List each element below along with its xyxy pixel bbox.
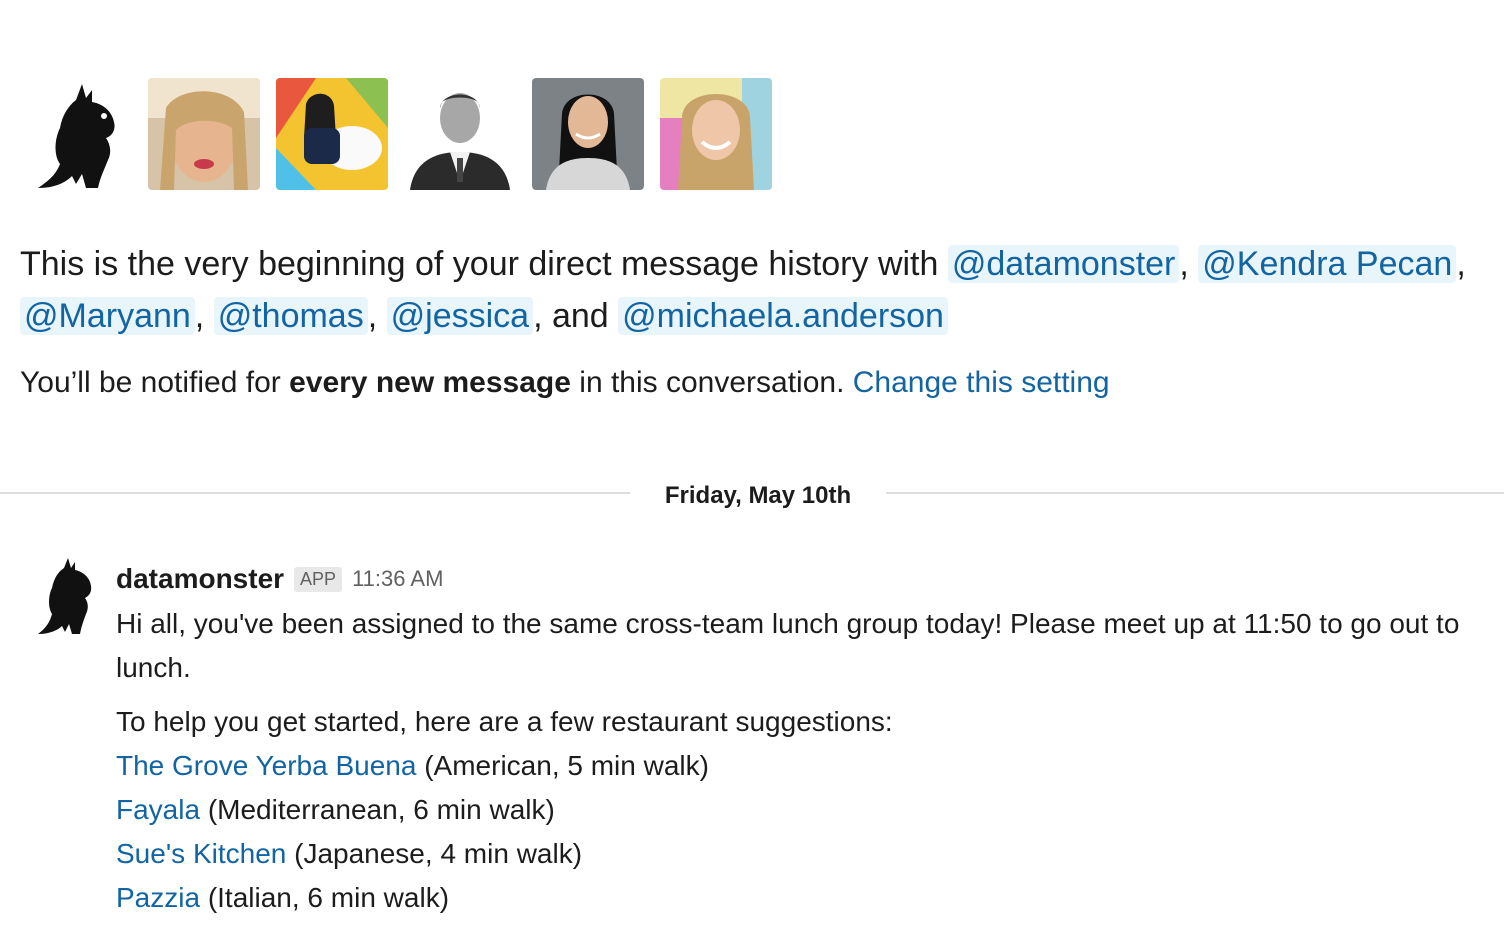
mention-kendra[interactable]: @Kendra Pecan	[1198, 245, 1457, 283]
mention-michaela[interactable]: @michaela.anderson	[618, 297, 948, 335]
message-paragraph-2: To help you get started, here are a few …	[116, 706, 893, 737]
avatar-jessica[interactable]	[532, 78, 644, 190]
intro-text: This is the very beginning of your direc…	[20, 245, 948, 283]
member-avatars	[20, 78, 772, 190]
restaurant-link[interactable]: The Grove Yerba Buena	[116, 750, 416, 781]
message-header: datamonster APP 11:36 AM	[116, 556, 1486, 602]
mention-jessica[interactable]: @jessica	[386, 297, 534, 335]
message-paragraph-1: Hi all, you've been assigned to the same…	[116, 608, 1460, 683]
restaurant-item: Pazzia (Italian, 6 min walk)	[116, 882, 450, 913]
restaurant-link[interactable]: Pazzia	[116, 882, 200, 913]
restaurant-item: The Grove Yerba Buena (American, 5 min w…	[116, 750, 709, 781]
monster-icon	[20, 78, 132, 190]
avatar-thomas[interactable]	[404, 78, 516, 190]
change-setting-link[interactable]: Change this setting	[853, 366, 1110, 399]
mention-datamonster[interactable]: @datamonster	[947, 245, 1180, 283]
restaurant-link[interactable]: Sue's Kitchen	[116, 838, 286, 869]
notify-level: every new message	[289, 366, 571, 399]
notification-note: You’ll be notified for every new message…	[20, 366, 1110, 399]
app-badge: APP	[294, 566, 343, 592]
restaurant-link[interactable]: Fayala	[116, 794, 200, 825]
message-avatar[interactable]	[28, 556, 100, 636]
avatar-datamonster[interactable]	[20, 78, 132, 190]
mention-thomas[interactable]: @thomas	[213, 297, 368, 335]
restaurant-item: Fayala (Mediterranean, 6 min walk)	[116, 794, 555, 825]
restaurant-item: Sue's Kitchen (Japanese, 4 min walk)	[116, 838, 583, 869]
date-divider-label[interactable]: Friday, May 10th	[630, 476, 886, 516]
dm-intro: This is the very beginning of your direc…	[20, 245, 1466, 335]
mention-maryann[interactable]: @Maryann	[20, 297, 195, 335]
avatar-kendra[interactable]	[148, 78, 260, 190]
avatar-maryann[interactable]	[276, 78, 388, 190]
monster-icon	[38, 558, 92, 634]
avatar-michaela[interactable]	[660, 78, 772, 190]
message-timestamp[interactable]: 11:36 AM	[352, 566, 443, 592]
message: datamonster APP 11:36 AM Hi all, you've …	[116, 556, 1486, 920]
sender-name[interactable]: datamonster	[116, 563, 284, 595]
